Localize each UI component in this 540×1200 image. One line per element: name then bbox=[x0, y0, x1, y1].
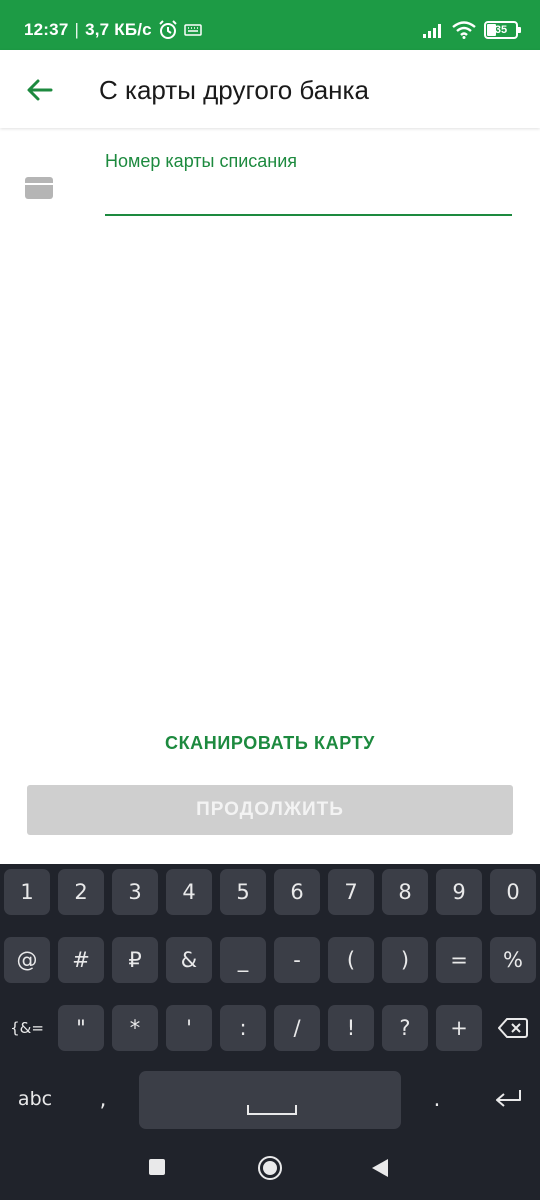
key-abc[interactable]: abc bbox=[4, 1076, 66, 1122]
key-9[interactable]: 9 bbox=[436, 869, 482, 915]
key-apostrophe[interactable]: ' bbox=[166, 1005, 212, 1051]
enter-icon bbox=[496, 1090, 521, 1107]
recents-icon[interactable] bbox=[149, 1159, 165, 1175]
key-asterisk[interactable]: * bbox=[112, 1005, 158, 1051]
key-open-paren[interactable]: ( bbox=[328, 937, 374, 983]
status-bar: 12:37 | 3,7 КБ/с 35 bbox=[0, 0, 540, 50]
backspace-key[interactable] bbox=[490, 1005, 536, 1051]
battery-icon: 35 bbox=[484, 21, 521, 39]
system-nav-bar bbox=[0, 1136, 540, 1200]
key-at[interactable]: @ bbox=[4, 937, 50, 983]
scan-card-button[interactable]: СКАНИРОВАТЬ КАРТУ bbox=[0, 733, 540, 754]
key-ruble[interactable]: ₽ bbox=[112, 937, 158, 983]
key-8[interactable]: 8 bbox=[382, 869, 428, 915]
key-2[interactable]: 2 bbox=[58, 869, 104, 915]
status-time: 12:37 bbox=[24, 20, 69, 39]
key-1[interactable]: 1 bbox=[4, 869, 50, 915]
home-icon[interactable] bbox=[257, 1155, 283, 1181]
status-left: 12:37 | 3,7 КБ/с bbox=[24, 20, 202, 40]
backspace-icon bbox=[497, 1018, 528, 1038]
key-double-quote[interactable]: " bbox=[58, 1005, 104, 1051]
status-network-speed: 3,7 КБ/с bbox=[85, 20, 152, 39]
continue-button[interactable]: ПРОДОЛЖИТЬ bbox=[27, 785, 513, 835]
key-ampersand[interactable]: & bbox=[166, 937, 212, 983]
key-6[interactable]: 6 bbox=[274, 869, 320, 915]
app-bar: С карты другого банка bbox=[0, 50, 540, 128]
key-0[interactable]: 0 bbox=[490, 869, 536, 915]
key-5[interactable]: 5 bbox=[220, 869, 266, 915]
key-4[interactable]: 4 bbox=[166, 869, 212, 915]
page-title: С карты другого банка bbox=[99, 75, 369, 105]
key-period[interactable]: . bbox=[414, 1076, 460, 1122]
key-7[interactable]: 7 bbox=[328, 869, 374, 915]
key-question[interactable]: ? bbox=[382, 1005, 428, 1051]
key-more-symbols[interactable]: {&= bbox=[4, 1005, 50, 1051]
key-underscore[interactable]: _ bbox=[220, 937, 266, 983]
key-plus[interactable]: + bbox=[436, 1005, 482, 1051]
battery-level: 35 bbox=[494, 24, 508, 36]
status-separator: | bbox=[74, 20, 80, 39]
key-equals[interactable]: = bbox=[436, 937, 482, 983]
space-icon bbox=[247, 1105, 297, 1115]
key-3[interactable]: 3 bbox=[112, 869, 158, 915]
credit-card-icon bbox=[25, 177, 53, 199]
key-slash[interactable]: / bbox=[274, 1005, 320, 1051]
key-minus[interactable]: - bbox=[274, 937, 320, 983]
wifi-icon bbox=[452, 21, 476, 39]
key-colon[interactable]: : bbox=[220, 1005, 266, 1051]
key-percent[interactable]: % bbox=[490, 937, 536, 983]
keyboard-indicator-icon bbox=[184, 24, 202, 36]
back-arrow-icon[interactable] bbox=[24, 74, 56, 106]
key-close-paren[interactable]: ) bbox=[382, 937, 428, 983]
enter-key[interactable] bbox=[480, 1076, 536, 1122]
key-exclamation[interactable]: ! bbox=[328, 1005, 374, 1051]
status-right: 35 bbox=[422, 21, 521, 39]
key-hash[interactable]: # bbox=[58, 937, 104, 983]
alarm-icon bbox=[159, 20, 177, 39]
card-number-label: Номер карты списания bbox=[105, 151, 298, 171]
key-comma[interactable]: , bbox=[80, 1076, 126, 1122]
card-number-input[interactable] bbox=[105, 180, 512, 216]
back-nav-icon[interactable] bbox=[372, 1159, 388, 1177]
signal-icon bbox=[423, 24, 441, 38]
space-bar[interactable] bbox=[139, 1071, 401, 1129]
